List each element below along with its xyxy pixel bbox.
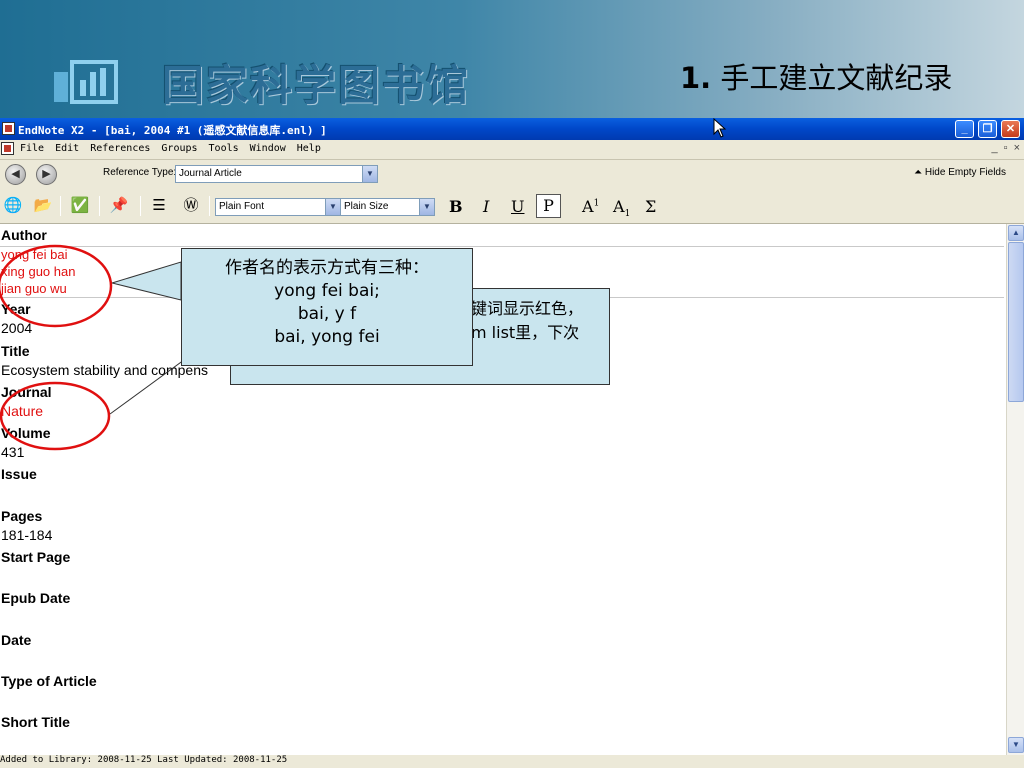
issue-label: Issue — [1, 466, 37, 482]
start-page-label: Start Page — [1, 549, 71, 565]
author-entry[interactable]: yong fei bai — [1, 247, 68, 262]
menu-file[interactable]: File — [20, 143, 44, 154]
scroll-up-icon[interactable]: ▲ — [1008, 225, 1024, 241]
hide-empty-fields-button[interactable]: ⏶ Hide Empty Fields — [914, 167, 1006, 178]
subscript-mark: 1 — [624, 209, 631, 220]
superscript-mark: 1 — [593, 198, 600, 209]
author-entry[interactable]: xing guo han — [1, 264, 75, 279]
author-callout-line: bai, y f — [297, 304, 357, 324]
menu-window[interactable]: Window — [250, 143, 286, 154]
author-callout-line: 作者名的表示方式有三种： — [225, 258, 429, 278]
title-field[interactable]: Ecosystem stability and compens — [1, 362, 208, 378]
menu-tools[interactable]: Tools — [209, 143, 239, 154]
title-label: Title — [1, 343, 30, 359]
document-icon[interactable] — [1, 142, 14, 155]
slide-header: 国家科学图书馆 1. 手工建立文献纪录 — [0, 0, 1024, 118]
short-title-label: Short Title — [1, 714, 70, 730]
reference-type-value: Journal Article — [179, 168, 242, 179]
format-toolbar: 🌐 📂 ✅ 📌 ☰ Ⓦ Plain Font ▼ Plain Size ▼ B … — [0, 187, 1024, 224]
close-button[interactable]: ✕ — [1001, 120, 1020, 138]
slide-title-text: 手工建立文献纪录 — [711, 61, 953, 95]
menu-help[interactable]: Help — [297, 143, 321, 154]
author-label: Author — [1, 227, 47, 243]
plain-button[interactable]: P — [536, 194, 561, 218]
chevron-down-icon[interactable]: ▼ — [419, 199, 434, 215]
type-of-article-label: Type of Article — [1, 673, 97, 689]
underline-button[interactable]: U — [511, 197, 524, 216]
hide-empty-fields-label: Hide Empty Fields — [924, 167, 1006, 178]
restore-button[interactable]: ❐ — [978, 120, 997, 138]
open-folder-icon[interactable]: 📂 — [32, 196, 54, 216]
pages-field[interactable]: 181-184 — [1, 527, 52, 543]
endnote-app-icon[interactable] — [2, 122, 15, 135]
chevron-down-icon[interactable]: ▼ — [362, 166, 377, 182]
menu-groups[interactable]: Groups — [161, 143, 197, 154]
toolbar-divider — [140, 196, 141, 216]
subscript-label: A — [613, 197, 625, 216]
size-select[interactable]: Plain Size ▼ — [340, 198, 435, 216]
menu-bar: File Edit References Groups Tools Window… — [0, 140, 1024, 160]
doc-minimize-button[interactable]: _ — [992, 142, 998, 154]
slide-title-number: 1. — [680, 61, 712, 95]
size-value: Plain Size — [344, 201, 389, 212]
volume-field[interactable]: 431 — [1, 444, 24, 460]
symbol-button[interactable]: Σ — [645, 197, 656, 216]
journal-field[interactable]: Nature — [1, 403, 43, 419]
menu-references[interactable]: References — [90, 143, 150, 154]
checkmark-icon[interactable]: ✅ — [69, 196, 91, 216]
slide-title: 1. 手工建立文献纪录 — [680, 55, 952, 97]
author-callout-line: bai, yong fei — [274, 327, 380, 347]
font-select[interactable]: Plain Font ▼ — [215, 198, 341, 216]
forward-arrow-icon[interactable]: ▶ — [36, 164, 57, 185]
library-logo-icon — [54, 60, 118, 104]
author-entry[interactable]: jian guo wu — [1, 281, 67, 296]
font-value: Plain Font — [219, 201, 265, 212]
chevron-down-icon[interactable]: ▼ — [325, 199, 340, 215]
format-bibliography-icon[interactable]: ☰ — [148, 196, 170, 216]
toolbar-divider — [99, 196, 100, 216]
bold-button[interactable]: B — [449, 197, 463, 216]
reference-type-label: Reference Type: — [103, 167, 177, 178]
pages-label: Pages — [1, 508, 43, 524]
subscript-button[interactable]: A1 — [613, 197, 630, 219]
author-callout-line: yong fei bai; — [274, 281, 380, 301]
date-label: Date — [1, 632, 32, 648]
minimize-button[interactable]: _ — [955, 120, 974, 138]
epub-date-label: Epub Date — [1, 590, 71, 606]
back-arrow-icon[interactable]: ◀ — [5, 164, 26, 185]
reference-type-bar: ◀ ▶ Reference Type: Journal Article ▼ ⏶ … — [0, 160, 1024, 187]
scroll-down-icon[interactable]: ▼ — [1008, 737, 1024, 753]
menu-edit[interactable]: Edit — [55, 143, 79, 154]
scroll-thumb[interactable] — [1008, 242, 1024, 402]
library-name: 国家科学图书馆 — [162, 61, 471, 110]
word-icon[interactable]: Ⓦ — [180, 196, 202, 216]
pin-icon[interactable]: 📌 — [108, 196, 130, 216]
italic-button[interactable]: I — [483, 197, 489, 216]
up-arrow-icon: ⏶ — [914, 167, 923, 178]
year-label: Year — [1, 301, 31, 317]
vertical-scrollbar[interactable]: ▲ ▼ — [1006, 224, 1024, 755]
author-format-callout: 作者名的表示方式有三种： yong fei bai; bai, y f bai,… — [181, 248, 473, 366]
toolbar-divider — [60, 196, 61, 216]
toolbar-divider — [209, 196, 210, 216]
year-field[interactable]: 2004 — [1, 320, 32, 336]
doc-restore-button[interactable]: ▫ — [1004, 142, 1008, 154]
window-titlebar[interactable]: EndNote X2 - [bai, 2004 #1 (遥感文献信息库.enl)… — [0, 118, 1024, 140]
journal-label: Journal — [1, 384, 52, 400]
superscript-label: A — [582, 197, 594, 216]
library-globe-icon[interactable]: 🌐 — [2, 196, 24, 216]
status-bar: Added to Library: 2008-11-25 Last Update… — [0, 755, 1024, 768]
doc-close-button[interactable]: × — [1014, 142, 1020, 154]
mouse-cursor-icon — [713, 118, 727, 138]
reference-type-select[interactable]: Journal Article ▼ — [175, 165, 378, 183]
superscript-button[interactable]: A1 — [582, 197, 599, 216]
window-title: EndNote X2 - [bai, 2004 #1 (遥感文献信息库.enl)… — [18, 124, 327, 137]
volume-label: Volume — [1, 425, 51, 441]
